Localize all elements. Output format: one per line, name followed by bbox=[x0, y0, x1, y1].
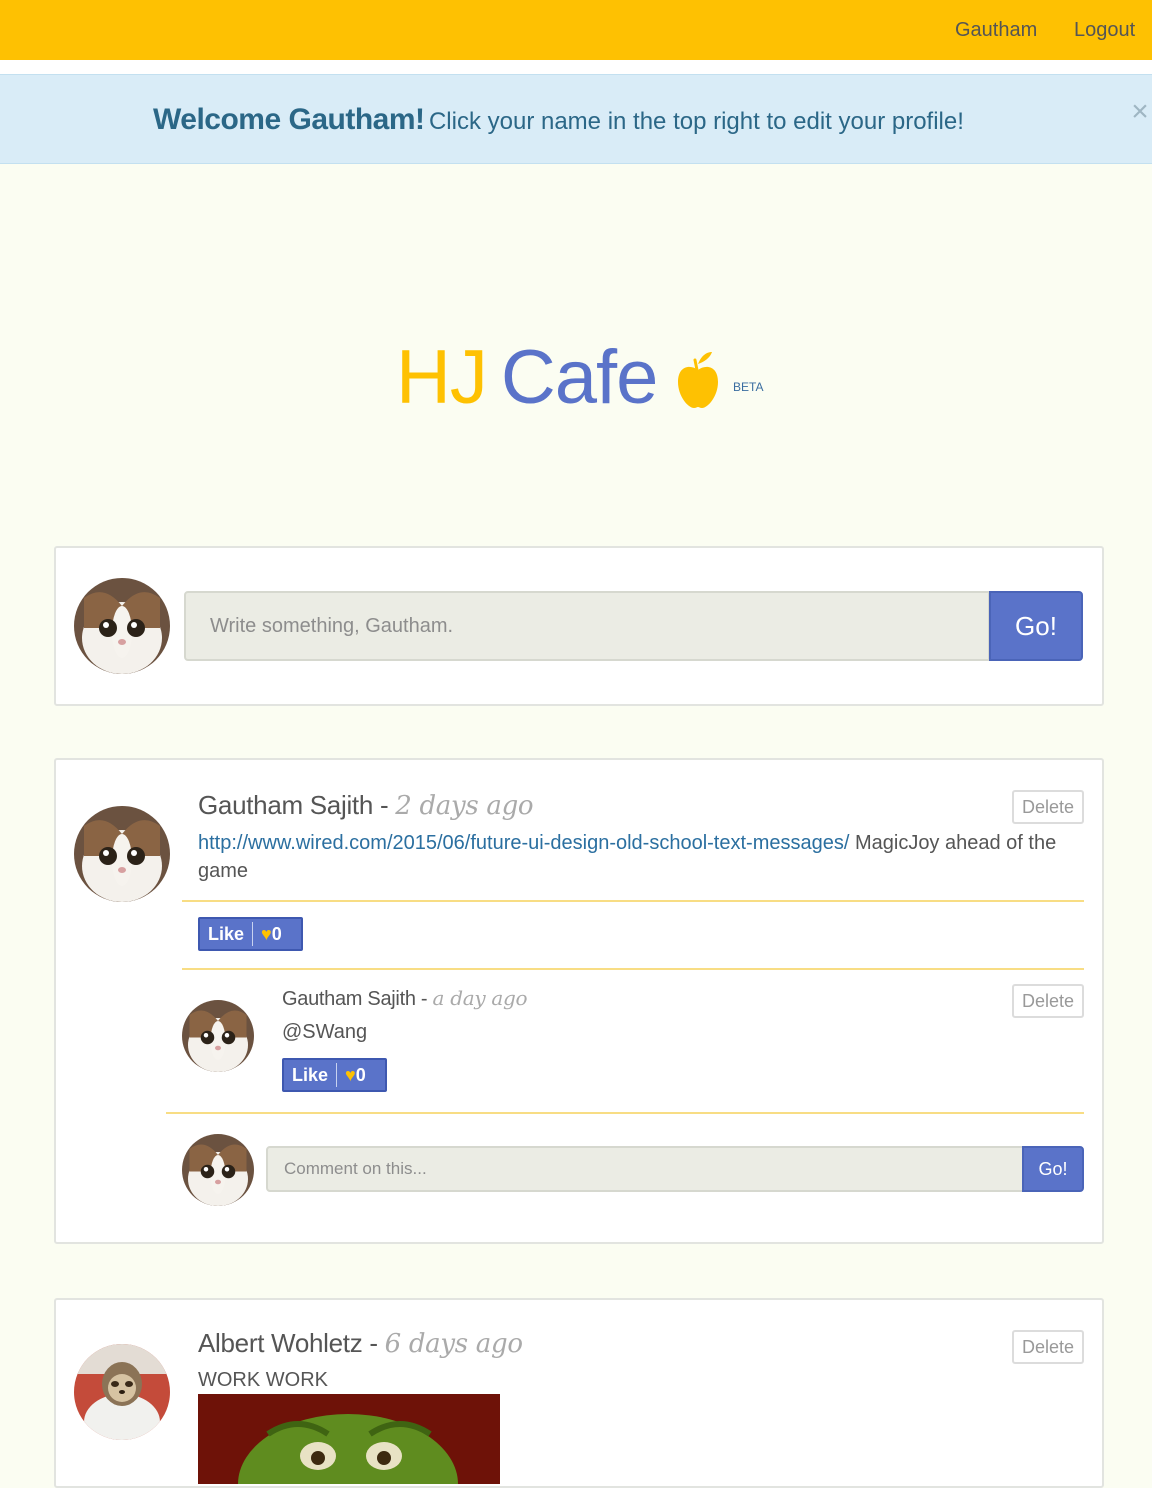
composer-panel: Write something, Gautham. Go! bbox=[54, 546, 1104, 706]
delete-post-button[interactable]: Delete bbox=[1012, 790, 1084, 824]
comments-divider bbox=[182, 968, 1084, 970]
post-author-avatar[interactable] bbox=[74, 1344, 170, 1440]
welcome-alert: Welcome Gautham! Click your name in the … bbox=[0, 74, 1152, 164]
post-separator: - bbox=[362, 1328, 385, 1358]
post-text: WORK WORK bbox=[198, 1369, 328, 1391]
post-card: Albert Wohletz - 6 days ago Delete WORK … bbox=[54, 1298, 1104, 1488]
post-content: http://www.wired.com/2015/06/future-ui-d… bbox=[198, 829, 1088, 885]
top-navbar: Gautham Logout bbox=[0, 0, 1152, 60]
post-image[interactable] bbox=[198, 1394, 500, 1484]
post-timestamp: 2 days ago bbox=[395, 791, 534, 821]
close-icon[interactable]: × bbox=[1128, 97, 1152, 127]
post-submit-button[interactable]: Go! bbox=[989, 591, 1083, 661]
alert-text: Welcome Gautham! Click your name in the … bbox=[153, 103, 964, 137]
like-count: 0 bbox=[271, 923, 282, 944]
user-avatar bbox=[74, 578, 170, 674]
alert-heading: Welcome Gautham! bbox=[153, 103, 425, 136]
logo-cafe-text: Cafe bbox=[500, 335, 659, 420]
comment-separator: - bbox=[415, 988, 433, 1010]
post-divider bbox=[182, 900, 1084, 902]
post-header: Albert Wohletz - 6 days ago bbox=[198, 1328, 523, 1359]
logout-link[interactable]: Logout bbox=[1074, 19, 1135, 42]
post-card: Gautham Sajith - 2 days ago Delete http:… bbox=[54, 758, 1104, 1244]
post-author-name[interactable]: Albert Wohletz bbox=[198, 1328, 363, 1358]
delete-comment-button[interactable]: Delete bbox=[1012, 984, 1084, 1018]
commenter-avatar bbox=[182, 1134, 254, 1206]
comment-author-avatar[interactable] bbox=[182, 1000, 254, 1072]
post-header: Gautham Sajith - 2 days ago bbox=[198, 790, 534, 821]
comment-submit-button[interactable]: Go! bbox=[1022, 1146, 1084, 1192]
post-timestamp: 6 days ago bbox=[384, 1329, 523, 1359]
site-logo[interactable]: HJ Cafe BETA bbox=[396, 334, 763, 424]
post-author-name[interactable]: Gautham Sajith bbox=[198, 790, 373, 820]
heart-icon: ♥ bbox=[261, 923, 272, 944]
post-separator: - bbox=[373, 790, 396, 820]
post-author-avatar[interactable] bbox=[74, 806, 170, 902]
comment-timestamp: a day ago bbox=[432, 986, 528, 1010]
comment-like-separator bbox=[336, 1063, 338, 1087]
post-input[interactable]: Write something, Gautham. bbox=[184, 591, 990, 661]
like-label: Like bbox=[208, 923, 245, 944]
alert-message: Click your name in the top right to edit… bbox=[428, 108, 964, 135]
delete-post-button[interactable]: Delete bbox=[1012, 1330, 1084, 1364]
post-link[interactable]: http://www.wired.com/2015/06/future-ui-d… bbox=[198, 832, 849, 854]
like-separator bbox=[252, 922, 254, 946]
comment-input[interactable]: Comment on this... bbox=[266, 1146, 1024, 1192]
comment-like-label: Like bbox=[292, 1064, 329, 1085]
like-post-button[interactable]: Like ♥ 0 bbox=[198, 917, 303, 951]
comment-author-name[interactable]: Gautham Sajith bbox=[282, 988, 416, 1010]
like-comment-button[interactable]: Like ♥ 0 bbox=[282, 1058, 387, 1092]
logo-hj-text: HJ bbox=[396, 335, 488, 420]
apple-icon bbox=[678, 352, 718, 408]
profile-link[interactable]: Gautham bbox=[955, 19, 1037, 42]
comment-input-divider bbox=[166, 1112, 1084, 1114]
comment-like-count: 0 bbox=[355, 1064, 366, 1085]
navbar-spacer bbox=[0, 60, 1152, 74]
comment-text: @SWang bbox=[282, 1021, 368, 1043]
beta-badge: BETA bbox=[733, 380, 764, 394]
comment-header: Gautham Sajith - a day ago bbox=[282, 986, 528, 1011]
heart-icon: ♥ bbox=[345, 1064, 356, 1085]
